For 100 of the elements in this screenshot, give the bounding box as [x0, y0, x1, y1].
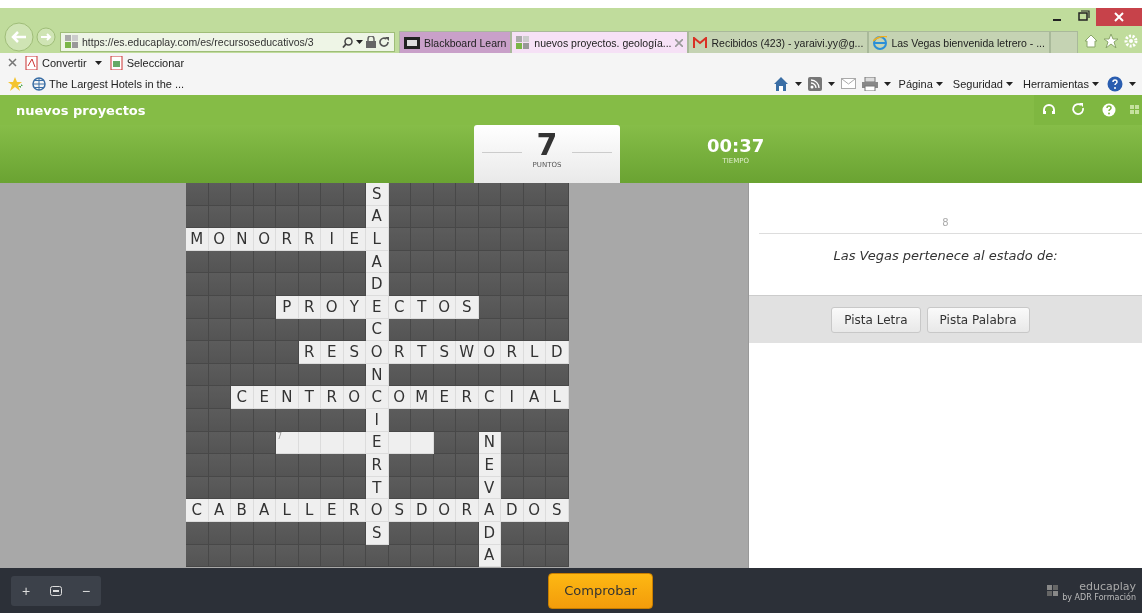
letter-cell[interactable]: O	[388, 386, 411, 409]
letter-cell[interactable]: O	[523, 499, 546, 522]
letter-cell[interactable]: A	[478, 499, 501, 522]
letter-cell[interactable]: A	[366, 250, 389, 274]
letter-cell[interactable]: A	[253, 499, 276, 522]
letter-cell[interactable]: O	[366, 341, 389, 364]
home-icon[interactable]	[772, 75, 789, 92]
letter-cell[interactable]: E	[343, 228, 366, 251]
letter-cell[interactable]: M	[411, 386, 434, 409]
letter-cell[interactable]: E	[321, 341, 344, 364]
letter-cell[interactable]: D	[501, 499, 524, 522]
caret-icon[interactable]	[935, 81, 943, 86]
letter-cell[interactable]: R	[276, 228, 299, 251]
letter-cell[interactable]: T	[298, 386, 321, 409]
command-menu[interactable]: Página	[896, 77, 945, 90]
letter-cell[interactable]: O	[208, 228, 231, 251]
refresh-icon[interactable]	[379, 36, 390, 48]
caret-icon[interactable]	[1129, 81, 1136, 86]
zoom-button[interactable]: −	[71, 575, 101, 606]
letter-cell[interactable]: L	[366, 228, 389, 251]
letter-cell[interactable]: T	[411, 341, 434, 364]
close-icon[interactable]	[1096, 8, 1142, 26]
letter-cell[interactable]: C	[231, 386, 254, 409]
letter-cell[interactable]: R	[456, 386, 479, 409]
letter-cell[interactable]: A	[366, 205, 389, 229]
letter-cell[interactable]: A	[208, 499, 231, 522]
letter-cell[interactable]: O	[366, 499, 389, 522]
letter-cell[interactable]: L	[546, 386, 569, 409]
letter-cell[interactable]: N	[366, 363, 389, 387]
letter-cell[interactable]: I	[321, 228, 344, 251]
home-icon[interactable]	[1084, 34, 1098, 48]
letter-cell[interactable]: N	[231, 228, 254, 251]
letter-cell[interactable]: L	[298, 499, 321, 522]
favorites-star-icon[interactable]	[8, 76, 24, 91]
caret-icon[interactable]	[794, 81, 802, 86]
select-button[interactable]: Seleccionar	[107, 55, 187, 70]
close-icon[interactable]	[8, 58, 17, 67]
caret-icon[interactable]	[827, 81, 835, 86]
command-menu[interactable]: Seguridad	[950, 77, 1015, 90]
letter-cell[interactable]: M	[186, 228, 209, 251]
letter-cell[interactable]: T	[366, 476, 389, 500]
letter-cell[interactable]: E	[321, 499, 344, 522]
letter-cell[interactable]: D	[366, 273, 389, 296]
letter-cell[interactable]: D	[411, 499, 434, 522]
letter-cell[interactable]: E	[253, 386, 276, 409]
letter-cell[interactable]: B	[231, 499, 254, 522]
browser-tab[interactable]: Blackboard Learn	[399, 31, 512, 53]
letter-cell[interactable]: E	[433, 386, 456, 409]
letter-cell[interactable]: O	[433, 499, 456, 522]
letter-cell[interactable]: C	[478, 386, 501, 409]
convert-button[interactable]: Convertir	[23, 55, 89, 70]
browser-tab[interactable]: Recibidos (423) - yaraivi.yy@g...	[688, 31, 869, 53]
letter-cell[interactable]: E	[366, 431, 389, 455]
letter-cell[interactable]: E	[366, 295, 389, 319]
browser-tab[interactable]: nuevos proyectos. geología...	[511, 31, 689, 53]
command-menu[interactable]: Herramientas	[1020, 77, 1101, 90]
search-icon[interactable]	[342, 36, 353, 48]
address-bar[interactable]: https://es.educaplay.com/es/recursoseducativos/3	[60, 32, 395, 52]
letter-cell[interactable]: R	[298, 341, 321, 364]
letter-cell[interactable]: L	[523, 341, 546, 364]
letter-cell[interactable]: R	[388, 341, 411, 364]
caret-icon[interactable]	[1092, 81, 1099, 86]
caret-icon[interactable]	[356, 40, 363, 44]
feed-icon[interactable]	[807, 76, 822, 91]
caret-icon[interactable]	[883, 81, 891, 86]
letter-cell[interactable]: R	[298, 228, 321, 251]
letter-cell[interactable]: C	[366, 386, 389, 409]
letter-cell[interactable]: C	[186, 499, 209, 522]
letter-cell[interactable]: S	[456, 295, 479, 319]
letter-cell[interactable]: O	[321, 295, 344, 319]
letter-cell[interactable]: R	[366, 454, 389, 477]
letter-cell[interactable]: C	[366, 318, 389, 342]
letter-cell[interactable]: S	[388, 499, 411, 522]
hint-button[interactable]: Pista Palabra	[926, 306, 1030, 333]
favorite-link[interactable]: The Largest Hotels in the ...	[30, 76, 187, 91]
letter-cell[interactable]: D	[546, 341, 569, 364]
browser-tab[interactable]: Las Vegas bienvenida letrero - ...	[868, 31, 1050, 53]
letter-cell[interactable]: R	[456, 499, 479, 522]
hint-button[interactable]: Pista Letra	[831, 306, 921, 333]
letter-cell[interactable]: O	[343, 386, 366, 409]
letter-cell[interactable]: R	[501, 341, 524, 364]
letter-cell[interactable]: I	[501, 386, 524, 409]
letter-cell[interactable]: I	[366, 408, 389, 432]
letter-cell[interactable]: W	[456, 341, 479, 364]
letter-cell[interactable]: R	[321, 386, 344, 409]
zoom-button[interactable]: +	[11, 575, 41, 606]
letter-cell[interactable]: T	[411, 295, 434, 319]
letter-cell[interactable]: S	[546, 499, 569, 522]
letter-cell[interactable]: E	[478, 454, 501, 477]
letter-cell[interactable]: S	[366, 183, 389, 206]
letter-cell[interactable]: S	[366, 521, 389, 545]
letter-cell[interactable]: S	[433, 341, 456, 364]
star-icon[interactable]	[1104, 34, 1118, 48]
letter-cell[interactable]: R	[343, 499, 366, 522]
letter-cell[interactable]: L	[276, 499, 299, 522]
letter-cell[interactable]: O	[253, 228, 276, 251]
letter-cell[interactable]: O	[478, 341, 501, 364]
check-button[interactable]: Comprobar	[548, 572, 653, 609]
letter-cell[interactable]: P	[276, 295, 299, 319]
letter-cell[interactable]: A	[523, 386, 546, 409]
